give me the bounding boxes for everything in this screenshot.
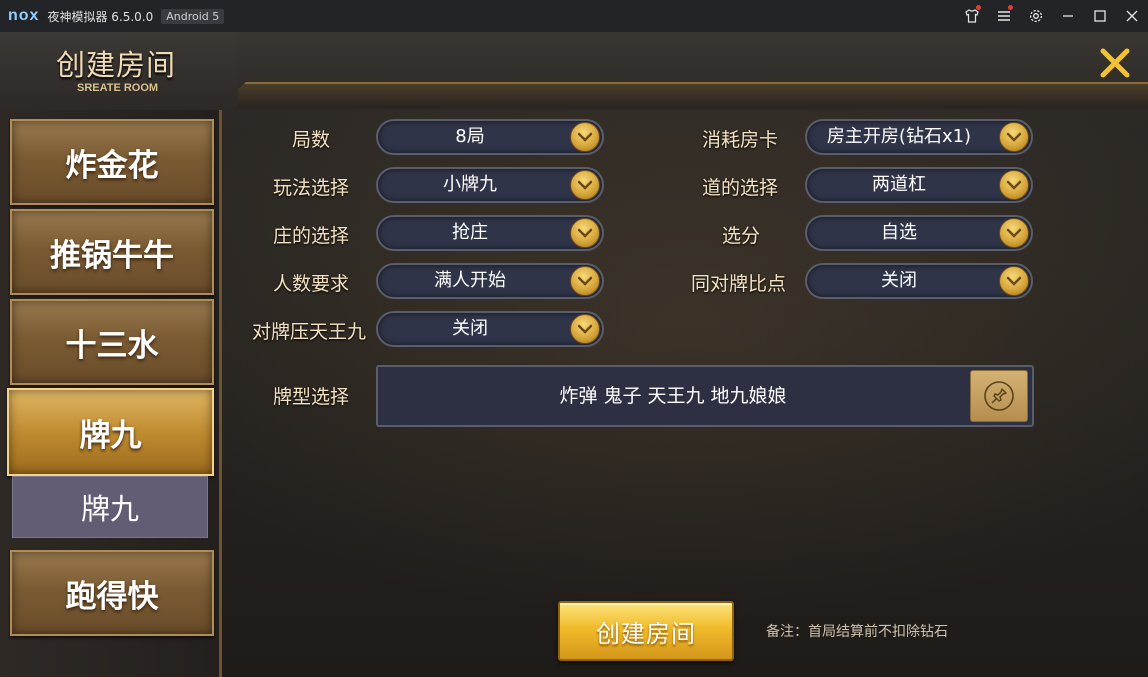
select-pair-beats-tianwangjiu[interactable]: 关闭	[376, 311, 604, 347]
android-version-badge: Android 5	[161, 8, 225, 24]
window-controls	[956, 0, 1148, 32]
select-value: 满人开始	[434, 270, 506, 291]
tab-zhajinhua[interactable]: 炸金花	[10, 119, 214, 205]
subtab-label: 牌九	[80, 492, 139, 526]
chevron-down-icon[interactable]	[999, 218, 1029, 248]
create-room-label: 创建房间	[596, 619, 696, 648]
card-pattern-value: 炸弹 鬼子 天王九 地九娘娘	[559, 385, 787, 407]
select-value: 两道杠	[872, 174, 926, 195]
settings-gear-icon[interactable]	[1020, 0, 1052, 32]
card-pattern-field[interactable]: 炸弹 鬼子 天王九 地九娘娘	[376, 365, 1034, 427]
close-window-icon[interactable]	[1116, 0, 1148, 32]
tab-label: 炸金花	[65, 147, 159, 184]
select-value: 小牌九	[443, 174, 497, 195]
menu-icon[interactable]	[988, 0, 1020, 32]
select-banker[interactable]: 抢庄	[376, 215, 604, 251]
game-screen: 创建房间 SREATE ROOM 炸金花 推锅牛牛 十三水 牌九 牌九 跑得快 …	[0, 32, 1148, 677]
chevron-down-icon[interactable]	[999, 266, 1029, 296]
page-title: 创建房间	[56, 48, 177, 82]
select-score[interactable]: 自选	[805, 215, 1033, 251]
pin-icon[interactable]	[970, 370, 1028, 422]
minimize-icon[interactable]	[1052, 0, 1084, 32]
select-value: 8局	[455, 126, 485, 147]
tab-label: 跑得快	[65, 578, 159, 615]
game-type-sidebar: 炸金花 推锅牛牛 十三水 牌九 牌九 跑得快	[0, 110, 222, 677]
select-players[interactable]: 满人开始	[376, 263, 604, 299]
label-pair-beats-tianwangjiu: 对牌压天王九	[252, 321, 367, 343]
label-dao: 道的选择	[702, 177, 779, 199]
chevron-down-icon[interactable]	[999, 170, 1029, 200]
tab-label: 十三水	[65, 327, 159, 364]
tab-shisanshui[interactable]: 十三水	[10, 299, 214, 385]
tab-label: 牌九	[79, 417, 142, 454]
chevron-down-icon[interactable]	[570, 314, 600, 344]
tab-paodekuai[interactable]: 跑得快	[10, 550, 214, 636]
select-pair-compare[interactable]: 关闭	[805, 263, 1033, 299]
notification-dot	[1008, 5, 1013, 10]
select-value: 关闭	[452, 318, 488, 339]
label-pair-compare: 同对牌比点	[691, 273, 787, 295]
diamond-note: 备注：首局结算前不扣除钻石	[766, 624, 948, 640]
subtab-paijiu[interactable]: 牌九	[12, 476, 208, 538]
title-plate: 创建房间 SREATE ROOM	[0, 32, 238, 110]
header-divider	[218, 82, 1148, 108]
label-score: 选分	[722, 225, 761, 247]
maximize-icon[interactable]	[1084, 0, 1116, 32]
label-rounds: 局数	[292, 129, 331, 151]
select-room-card-cost[interactable]: 房主开房(钻石x1)	[805, 119, 1033, 155]
chevron-down-icon[interactable]	[570, 170, 600, 200]
window-title: 夜神模拟器 6.5.0.0	[47, 9, 154, 24]
chevron-down-icon[interactable]	[570, 218, 600, 248]
close-icon[interactable]	[1094, 42, 1136, 84]
tab-tuiguo-niuniu[interactable]: 推锅牛牛	[10, 209, 214, 295]
select-value: 自选	[881, 222, 917, 243]
tab-label: 推锅牛牛	[50, 237, 174, 274]
label-banker: 庄的选择	[273, 225, 350, 247]
chevron-down-icon[interactable]	[570, 266, 600, 296]
select-dao[interactable]: 两道杠	[805, 167, 1033, 203]
select-value: 房主开房(钻石x1)	[826, 126, 972, 147]
select-value: 关闭	[881, 270, 917, 291]
select-play-mode[interactable]: 小牌九	[376, 167, 604, 203]
label-room-card-cost: 消耗房卡	[702, 129, 779, 151]
chevron-down-icon[interactable]	[999, 122, 1029, 152]
create-room-button[interactable]: 创建房间	[558, 601, 734, 661]
notification-dot	[976, 5, 981, 10]
label-play-mode: 玩法选择	[273, 177, 350, 199]
emulator-titlebar: nox 夜神模拟器 6.5.0.0 Android 5	[0, 0, 1148, 32]
theme-shirt-icon[interactable]	[956, 0, 988, 32]
select-value: 抢庄	[452, 222, 488, 243]
tab-paijiu[interactable]: 牌九	[7, 388, 214, 476]
page-subtitle: SREATE ROOM	[77, 82, 159, 94]
label-card-patterns: 牌型选择	[273, 386, 350, 408]
label-players: 人数要求	[273, 273, 350, 295]
nox-logo: nox	[8, 7, 40, 24]
select-rounds[interactable]: 8局	[376, 119, 604, 155]
chevron-down-icon[interactable]	[570, 122, 600, 152]
